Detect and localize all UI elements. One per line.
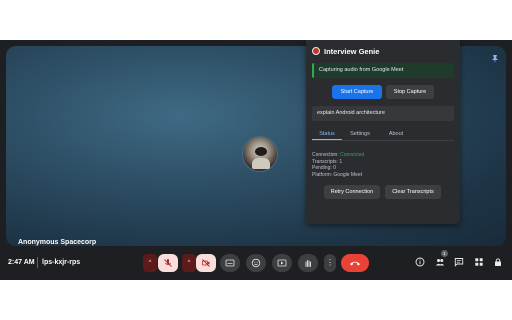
stop-capture-button[interactable]: Stop Capture [386, 85, 434, 99]
capture-status-message: Capturing audio from Google Meet [312, 63, 454, 78]
raise-hand-icon[interactable] [298, 254, 318, 272]
genie-title: Interview Genie [324, 46, 380, 56]
camera-options-button[interactable]: ^ [182, 254, 196, 272]
participant-avatar [242, 136, 278, 172]
meeting-stage: Anonymous Spacecorp Interview Genie Capt… [0, 40, 512, 280]
connection-value: Connected [340, 152, 365, 158]
transcript-query: explain Android architecture [312, 106, 454, 121]
info-icon[interactable] [414, 257, 426, 269]
connection-line: Connection: Connected [312, 152, 364, 159]
tab-status[interactable]: Status [312, 129, 342, 140]
astronaut-body [252, 158, 270, 169]
meeting-controls-bar: 2:47 AM lps-kxjr-rps ^ ^ ⋮ 1 [0, 246, 512, 280]
retry-connection-button[interactable]: Retry Connection [324, 185, 380, 199]
interview-genie-panel: Interview Genie Capturing audio from Goo… [306, 40, 460, 224]
more-options-icon[interactable]: ⋮ [324, 254, 336, 272]
genie-header: Interview Genie [312, 45, 379, 57]
start-capture-button[interactable]: Start Capture [332, 85, 382, 99]
astronaut-visor [255, 147, 267, 156]
platform-line: Platform: Google Meet [312, 171, 363, 178]
meeting-code: lps-kxjr-rps [42, 259, 81, 266]
leave-call-icon[interactable] [341, 254, 369, 272]
mic-off-icon[interactable] [158, 254, 178, 272]
tab-about[interactable]: About [378, 129, 414, 140]
tab-settings[interactable]: Settings [342, 129, 378, 140]
present-icon[interactable] [272, 254, 292, 272]
people-count-badge: 1 [441, 250, 448, 257]
pin-icon[interactable] [490, 54, 500, 64]
host-controls-icon[interactable] [492, 257, 504, 269]
chat-icon[interactable] [453, 257, 465, 269]
camera-off-icon[interactable] [196, 254, 216, 272]
people-icon[interactable] [434, 257, 446, 269]
emoji-icon[interactable] [246, 254, 266, 272]
clear-transcripts-button[interactable]: Clear Transcripts [385, 185, 441, 199]
meeting-divider [37, 257, 38, 268]
status-details: Connection: Connected Transcripts: 1 Pen… [312, 152, 364, 178]
connection-label: Connection: [312, 152, 341, 158]
meeting-time: 2:47 AM [8, 259, 35, 266]
activities-icon[interactable] [473, 257, 485, 269]
mic-options-button[interactable]: ^ [143, 254, 157, 272]
participant-name: Anonymous Spacecorp [18, 239, 97, 246]
genie-logo-icon [312, 47, 320, 55]
genie-tabs: Status Settings About [312, 129, 454, 141]
captions-icon[interactable] [220, 254, 240, 272]
